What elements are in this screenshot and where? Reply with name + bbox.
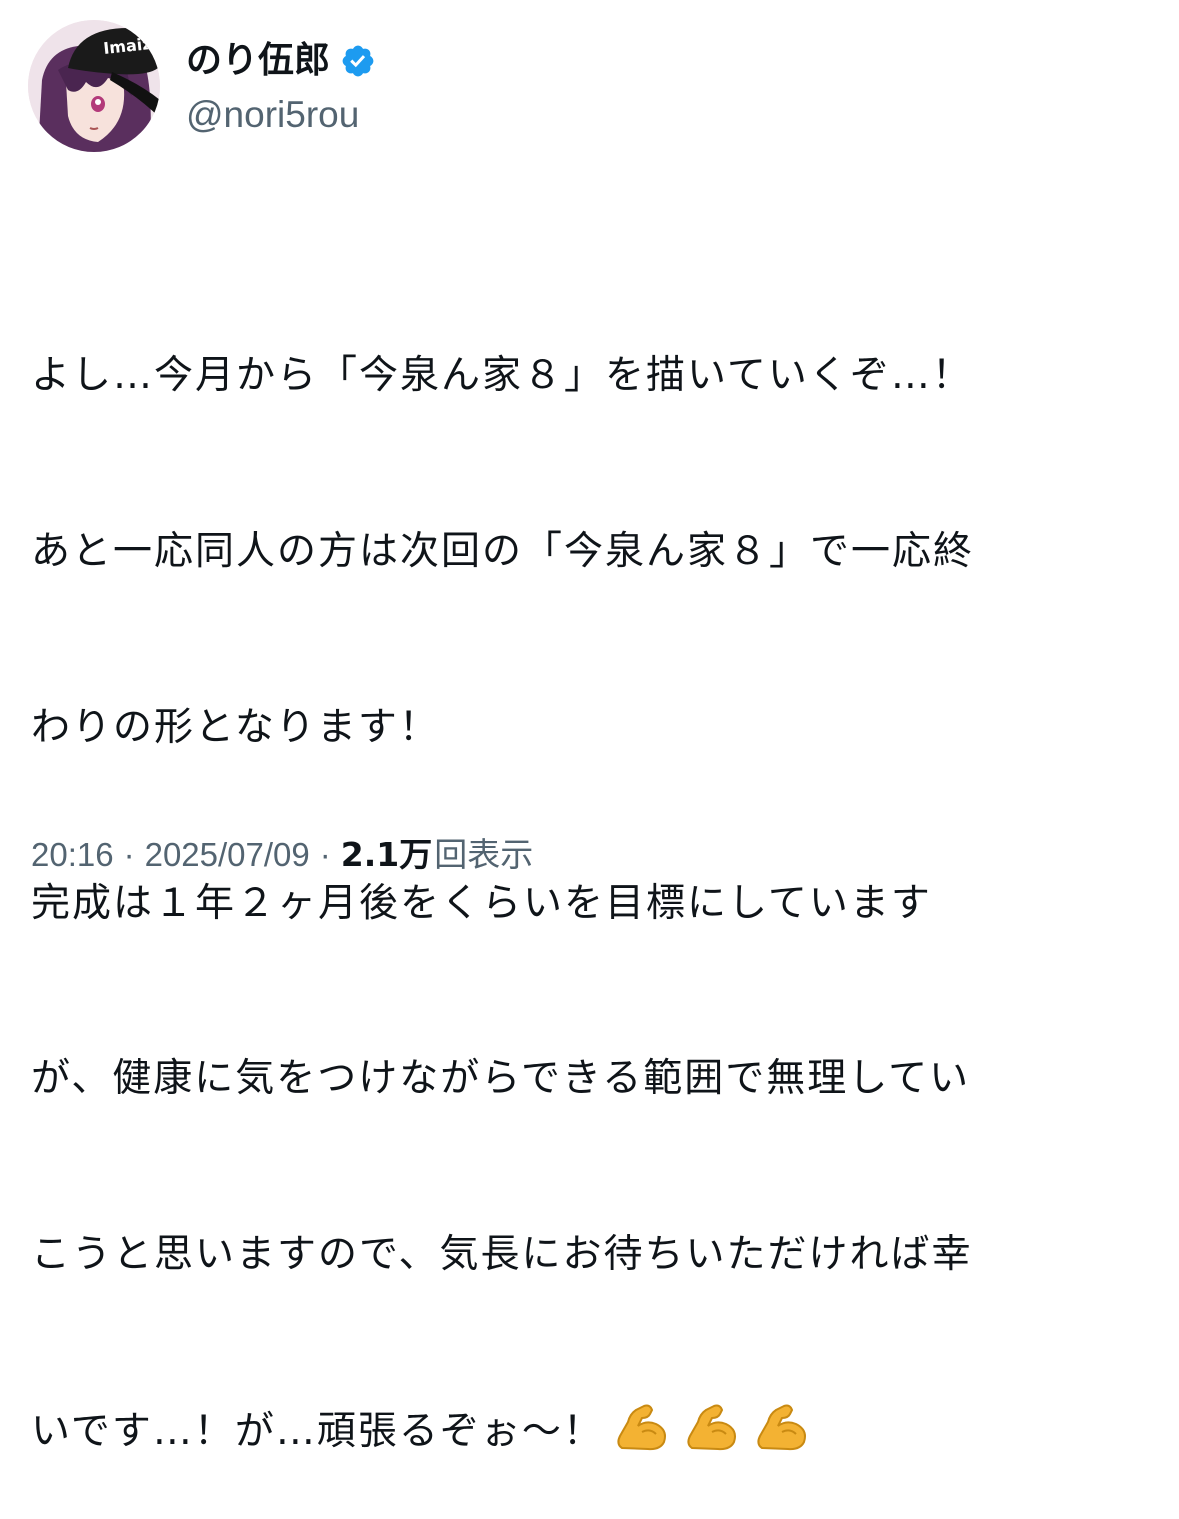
tweet-line: が、健康に気をつけながらできる範囲で無理してい (31, 1056, 971, 1102)
views-label: 回表示 (434, 835, 534, 874)
avatar-image: Imaiz (28, 20, 160, 152)
meta-separator: · (123, 836, 135, 873)
display-name[interactable]: のり伍郎 (186, 34, 330, 88)
tweet-line-text: いです…！が…頑張るぞぉ～！ (31, 1408, 604, 1454)
tweet-line: こうと思いますので、気長にお待ちいただければ幸 (31, 1232, 973, 1278)
author-handle[interactable]: @nori5rou (186, 90, 359, 140)
meta-separator: · (319, 836, 331, 873)
author-header: のり伍郎 (186, 34, 376, 88)
flexed-biceps-icon (684, 1402, 740, 1452)
views-count[interactable]: 2.1万 (341, 832, 432, 878)
tweet-date[interactable]: 2025/07/09 (145, 832, 310, 878)
tweet-line: わりの形となります！ (31, 704, 440, 750)
avatar[interactable]: Imaiz (28, 20, 160, 152)
verified-badge-icon (340, 43, 376, 79)
flexed-biceps-icon (614, 1402, 670, 1452)
tweet-time[interactable]: 20:16 (31, 832, 114, 878)
emoji-group (614, 1402, 810, 1452)
tweet-line: 完成は１年２ヶ月後をくらいを目標にしています (31, 880, 932, 926)
tweet-meta: 20:16 · 2025/07/09 · 2.1万 回表示 (31, 832, 533, 878)
flexed-biceps-icon (754, 1402, 810, 1452)
tweet-line: あと一応同人の方は次回の「今泉ん家８」で一応終 (31, 528, 975, 574)
tweet-line-last: いです…！が…頑張るぞぉ～！ (31, 1402, 1151, 1461)
tweet-line: よし…今月から「今泉ん家８」を描いていくぞ…！ (31, 353, 973, 399)
